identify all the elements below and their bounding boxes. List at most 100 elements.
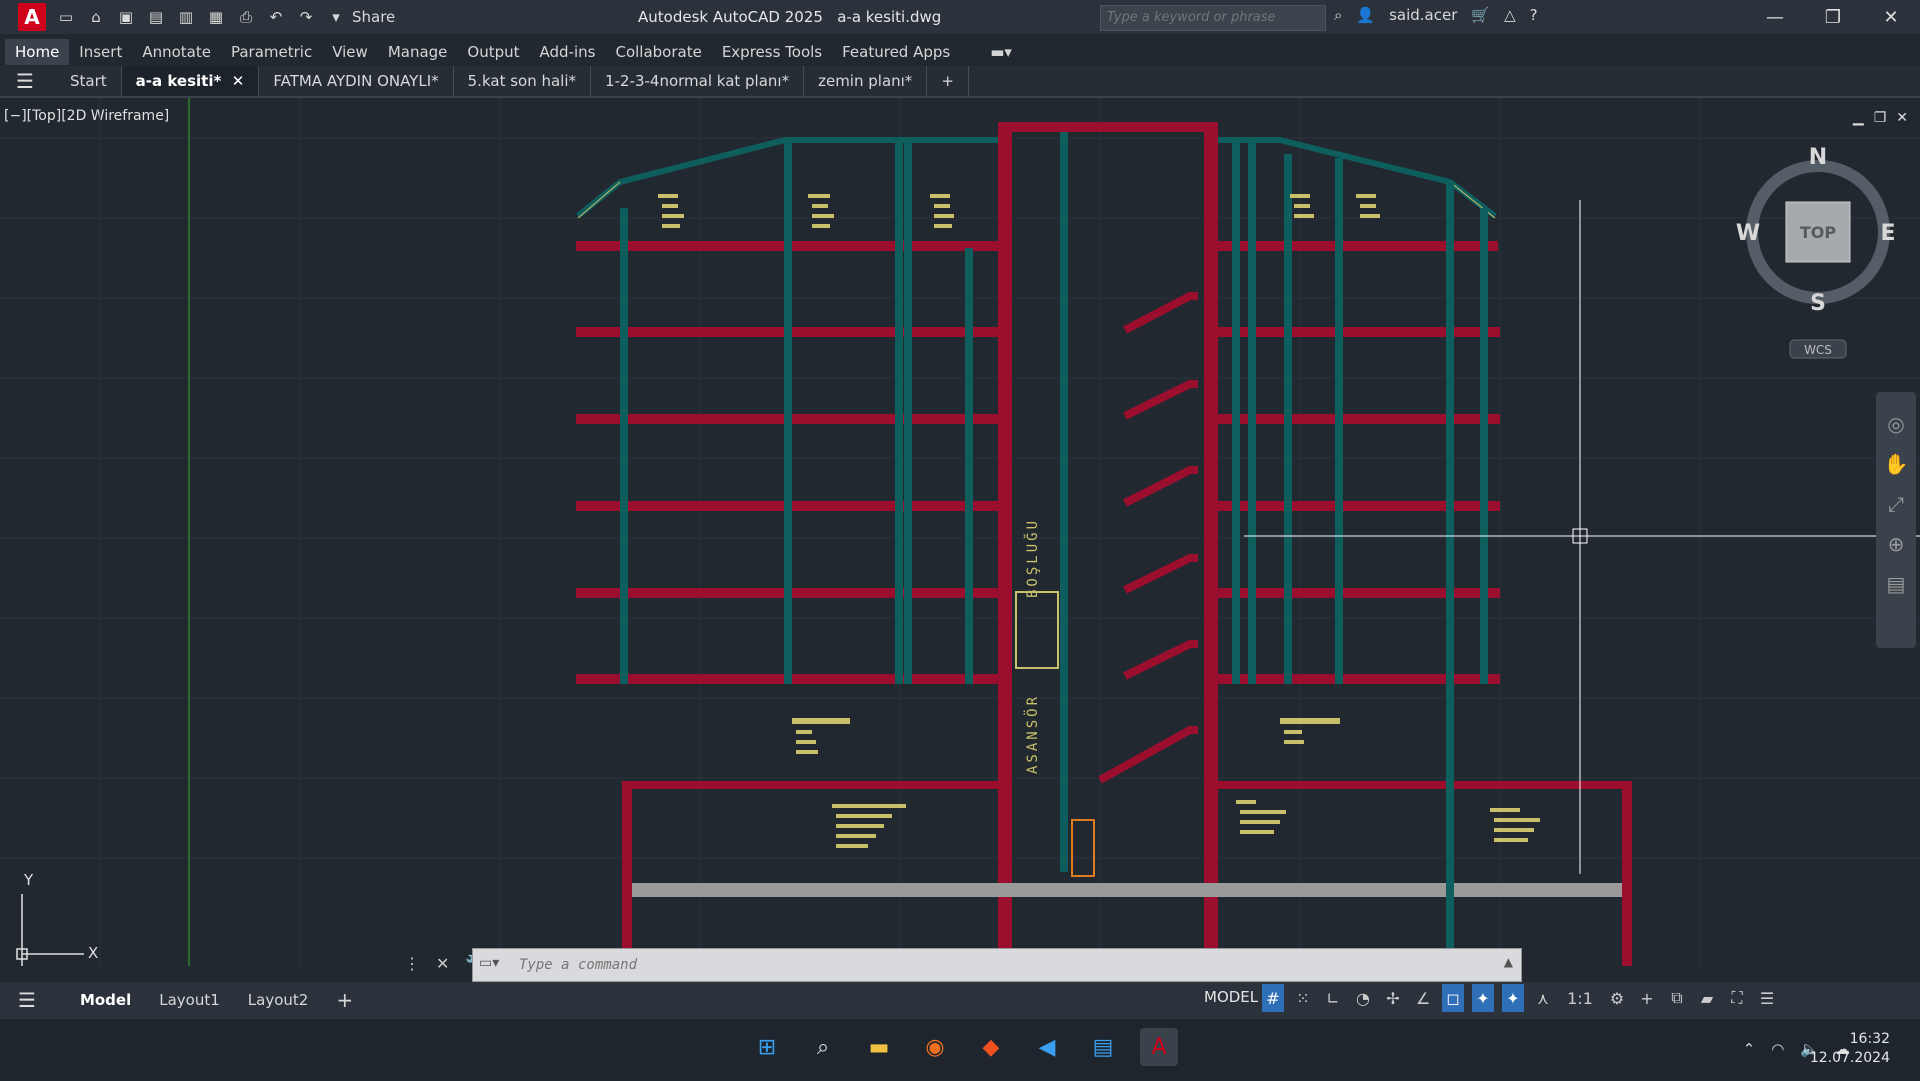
new-tab-icon[interactable]: + bbox=[927, 66, 969, 96]
steering-wheel-icon[interactable]: ◎ bbox=[1876, 412, 1916, 436]
open-file-icon[interactable]: ⌂ bbox=[86, 8, 106, 26]
vscode-icon[interactable]: ◀ bbox=[1028, 1028, 1066, 1066]
tab-annotate[interactable]: Annotate bbox=[132, 39, 221, 65]
firefox-icon[interactable]: ◉ bbox=[916, 1028, 954, 1066]
close-command-icon[interactable]: ✕ bbox=[436, 954, 449, 973]
polar-icon[interactable]: ◔ bbox=[1352, 984, 1374, 1012]
autocad-taskbar-icon[interactable]: A bbox=[1140, 1028, 1178, 1066]
export-icon[interactable]: ▥ bbox=[176, 8, 196, 26]
redo-icon[interactable]: ↷ bbox=[296, 8, 316, 26]
layout-tab-model[interactable]: Model bbox=[66, 991, 145, 1009]
annotation-scale-icon[interactable]: ⋏ bbox=[1532, 984, 1554, 1012]
tab-insert[interactable]: Insert bbox=[69, 39, 132, 65]
compass-south[interactable]: S bbox=[1810, 291, 1826, 316]
file-tab-start[interactable]: Start bbox=[56, 66, 122, 96]
ribbon-toggle-icon[interactable]: ▬▾ bbox=[980, 39, 1022, 65]
orbit-icon[interactable]: ⊕ bbox=[1876, 532, 1916, 556]
grid-icon[interactable]: # bbox=[1262, 984, 1284, 1012]
auto-scale-icon[interactable]: ✦ bbox=[1502, 984, 1524, 1012]
quick-access-toolbar: ▭ ⌂ ▣ ▤ ▥ ▦ ⎙ ↶ ↷ ▾ bbox=[56, 8, 346, 26]
osnap-tracking-icon[interactable]: ✢ bbox=[1382, 984, 1404, 1012]
door-frame bbox=[1071, 819, 1095, 877]
autocad-logo-button[interactable]: A bbox=[18, 3, 46, 31]
undo-icon[interactable]: ↶ bbox=[266, 8, 286, 26]
tab-output[interactable]: Output bbox=[457, 39, 529, 65]
file-tab[interactable]: FATMA AYDIN ONAYLI* bbox=[259, 66, 454, 96]
file-tab[interactable]: 1-2-3-4normal kat planı* bbox=[591, 66, 805, 96]
file-tab[interactable]: 5.kat son hali* bbox=[454, 66, 592, 96]
compass-east[interactable]: E bbox=[1880, 221, 1895, 246]
layout-menu-icon[interactable]: ☰ bbox=[18, 988, 36, 1012]
file-tab-menu-icon[interactable]: ☰ bbox=[16, 69, 46, 93]
model-space-button[interactable]: MODEL bbox=[1204, 988, 1258, 1006]
command-history-icon[interactable]: ▲ bbox=[1504, 955, 1513, 969]
close-button[interactable]: ✕ bbox=[1862, 0, 1920, 34]
tab-home[interactable]: Home bbox=[5, 39, 70, 65]
compass-west[interactable]: W bbox=[1736, 221, 1760, 246]
tab-featured-apps[interactable]: Featured Apps bbox=[832, 39, 960, 65]
tab-view[interactable]: View bbox=[322, 39, 378, 65]
add-icon[interactable]: + bbox=[1636, 984, 1658, 1012]
user-icon[interactable]: 👤 bbox=[1356, 6, 1375, 24]
workspace-gear-icon[interactable]: ⚙ bbox=[1606, 984, 1628, 1012]
close-tab-icon[interactable]: ✕ bbox=[232, 72, 245, 90]
brave-icon[interactable]: ◆ bbox=[972, 1028, 1010, 1066]
show-hidden-icons-icon[interactable]: ⌃ bbox=[1743, 1040, 1756, 1058]
minimize-button[interactable]: — bbox=[1746, 0, 1804, 34]
autodesk-apps-icon[interactable]: △ bbox=[1504, 6, 1516, 24]
grip-handle-icon[interactable]: ⋮ bbox=[404, 954, 420, 973]
file-tab[interactable]: zemin planı* bbox=[804, 66, 928, 96]
notepad-icon[interactable]: ▤ bbox=[1084, 1028, 1122, 1066]
annotation-visibility-icon[interactable]: ✦ bbox=[1472, 984, 1494, 1012]
viewcube[interactable]: TOP N S E W WCS bbox=[1736, 145, 1896, 359]
search-taskbar-icon[interactable]: ⌕ bbox=[804, 1028, 842, 1066]
new-file-icon[interactable]: ▭ bbox=[56, 8, 76, 26]
pan-icon[interactable]: ✋ bbox=[1876, 452, 1916, 476]
help-search[interactable] bbox=[1100, 5, 1326, 31]
recent-commands-icon[interactable]: ▭▾ bbox=[479, 955, 499, 971]
file-explorer-icon[interactable]: ▬ bbox=[860, 1028, 898, 1066]
zoom-extents-icon[interactable]: ⤢ bbox=[1876, 492, 1916, 516]
help-icon[interactable]: ? bbox=[1530, 6, 1538, 24]
restore-button[interactable]: ❐ bbox=[1804, 0, 1862, 34]
clock[interactable]: 16:32 12.07.2024 bbox=[1810, 1030, 1890, 1068]
showmotion-icon[interactable]: ▤ bbox=[1876, 572, 1916, 596]
status-tools: # ⁙ ∟ ◔ ✢ ∠ ◻ ✦ ✦ ⋏ 1:1 ⚙ + ⧉ ▰ ⛶ ☰ bbox=[1262, 984, 1778, 1012]
customize-qat-icon[interactable]: ▾ bbox=[326, 8, 346, 26]
search-icon[interactable]: ⌕ bbox=[1334, 6, 1342, 24]
print-icon[interactable]: ⎙ bbox=[236, 8, 256, 26]
customize-status-icon[interactable]: ☰ bbox=[1756, 984, 1778, 1012]
share-button[interactable]: Share bbox=[352, 8, 395, 26]
search-input[interactable] bbox=[1101, 6, 1323, 29]
layout-tab-layout2[interactable]: Layout2 bbox=[234, 991, 323, 1009]
save-icon[interactable]: ▣ bbox=[116, 8, 136, 26]
user-name[interactable]: said.acer bbox=[1389, 6, 1457, 24]
compass-north[interactable]: N bbox=[1809, 145, 1827, 170]
navigation-bar: ◎ ✋ ⤢ ⊕ ▤ bbox=[1876, 392, 1916, 648]
tab-manage[interactable]: Manage bbox=[378, 39, 458, 65]
save-as-icon[interactable]: ▤ bbox=[146, 8, 166, 26]
title-bar: A ▭ ⌂ ▣ ▤ ▥ ▦ ⎙ ↶ ↷ ▾ Share Autodesk Aut… bbox=[0, 0, 1920, 34]
add-layout-icon[interactable]: + bbox=[322, 988, 367, 1012]
selection-cycling-icon[interactable]: ◻ bbox=[1442, 984, 1464, 1012]
osnap-icon[interactable]: ∠ bbox=[1412, 984, 1434, 1012]
file-tab-active[interactable]: a-a kesiti* ✕ bbox=[121, 66, 260, 96]
scale-dropdown[interactable]: 1:1 bbox=[1562, 984, 1598, 1012]
clean-screen-icon[interactable]: ⛶ bbox=[1726, 984, 1748, 1012]
tab-parametric[interactable]: Parametric bbox=[221, 39, 322, 65]
cart-icon[interactable]: 🛒 bbox=[1471, 6, 1490, 24]
snap-icon[interactable]: ⁙ bbox=[1292, 984, 1314, 1012]
tab-add-ins[interactable]: Add-ins bbox=[530, 39, 606, 65]
command-line[interactable]: ▭▾ ▲ bbox=[472, 948, 1522, 982]
layout-tab-layout1[interactable]: Layout1 bbox=[145, 991, 234, 1009]
isolate-icon[interactable]: ⧉ bbox=[1666, 984, 1688, 1012]
tab-express-tools[interactable]: Express Tools bbox=[712, 39, 832, 65]
hardware-accel-icon[interactable]: ▰ bbox=[1696, 984, 1718, 1012]
wifi-icon[interactable]: ◠ bbox=[1771, 1040, 1784, 1058]
command-input[interactable] bbox=[517, 956, 1421, 974]
start-menu-icon[interactable]: ⊞ bbox=[748, 1028, 786, 1066]
publish-icon[interactable]: ▦ bbox=[206, 8, 226, 26]
ortho-icon[interactable]: ∟ bbox=[1322, 984, 1344, 1012]
tab-collaborate[interactable]: Collaborate bbox=[605, 39, 711, 65]
shaft-text-lower: ASANSÖR bbox=[1023, 694, 1041, 774]
